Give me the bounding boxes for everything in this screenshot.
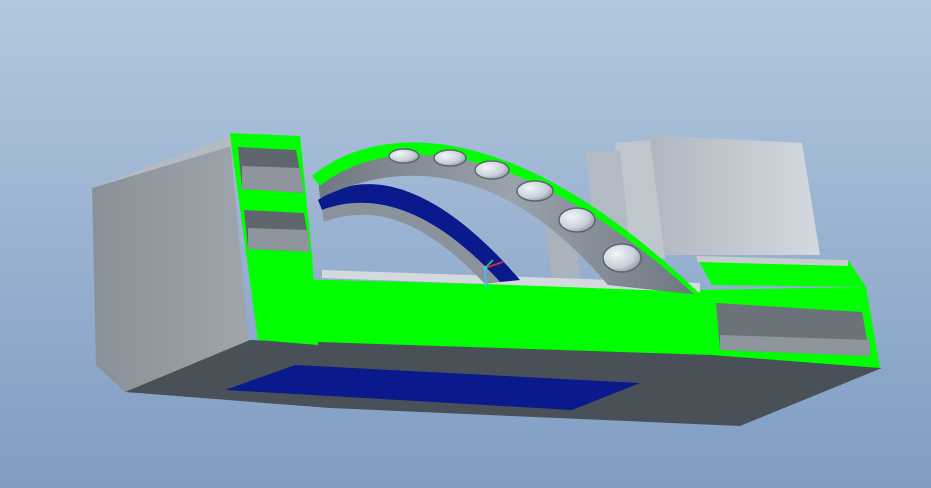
arch-hole: [474, 160, 510, 180]
3d-model-viewport[interactable]: [0, 0, 931, 488]
right-end-block[interactable]: [696, 256, 880, 368]
arch-hole: [433, 149, 467, 167]
model-canvas[interactable]: [0, 0, 931, 488]
arch-hole: [602, 243, 642, 273]
left-post-upper-slot-inner: [242, 166, 304, 193]
fin-back-large: [645, 135, 820, 255]
arch-hole: [388, 148, 420, 164]
arch-hole: [516, 180, 554, 202]
triad-origin: [483, 266, 487, 270]
triad-z-axis: [484, 267, 487, 291]
left-post-lower-slot-inner: [248, 228, 310, 252]
arch-hole: [558, 207, 596, 233]
